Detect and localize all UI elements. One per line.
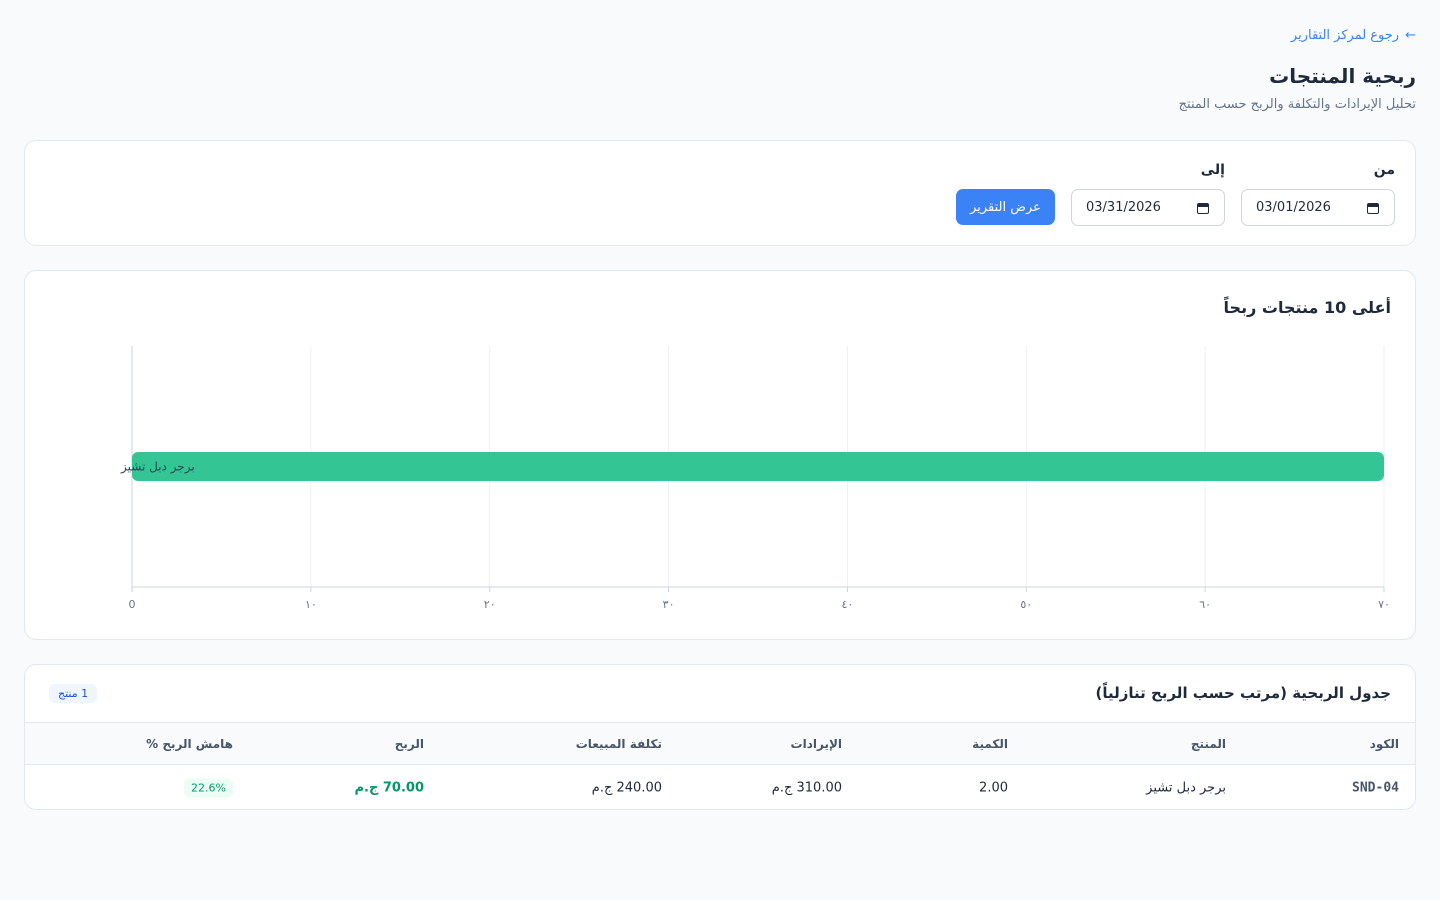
row-product: برجر دبل تشيز [1146, 780, 1226, 796]
row-cost: 240.00 ج.م [591, 780, 662, 796]
date-filter-card: من 03/01/2026 إلى 03/31/2026 عرض التقرير [24, 140, 1416, 246]
row-margin-badge: 22.6% [184, 778, 233, 798]
col-header-code[interactable]: الكود [1370, 737, 1399, 751]
calendar-icon[interactable] [1196, 201, 1210, 215]
chart-bar [132, 452, 1384, 481]
back-to-reports-link[interactable]: ← رجوع لمركز التقارير [1291, 28, 1416, 43]
to-date-label: إلى [1200, 162, 1225, 178]
x-tick-label: ٦٠ [1199, 598, 1211, 611]
x-tick-label: 0 [129, 598, 136, 611]
top-products-chart-card: أعلى 10 منتجات ربحاً 0 ١٠ ٢٠ ٣٠ ٤٠ ٥٠ ٦٠ ٧٠ برجر… [24, 270, 1416, 640]
to-date-input[interactable]: 03/31/2026 [1071, 189, 1225, 226]
page-title: ربحية المنتجات [1269, 64, 1416, 88]
to-date-value: 03/31/2026 [1086, 200, 1161, 215]
col-header-qty[interactable]: الكمية [972, 737, 1008, 751]
arrow-left-icon: ← [1405, 28, 1416, 43]
x-tick-label: ٤٠ [842, 598, 854, 611]
profitability-table-card: جدول الربحية (مرتب حسب الربح تنازلياً) 1… [24, 664, 1416, 810]
x-tick-label: ٢٠ [484, 598, 496, 611]
col-header-cost[interactable]: تكلفة المبيعات [576, 737, 662, 751]
row-code: SND-04 [1352, 780, 1399, 796]
x-tick-label: ٧٠ [1378, 598, 1390, 611]
from-date-input[interactable]: 03/01/2026 [1241, 189, 1395, 226]
row-qty: 2.00 [979, 780, 1008, 796]
from-date-value: 03/01/2026 [1256, 200, 1331, 215]
row-profit: 70.00 ج.م [354, 780, 425, 796]
y-category-label: برجر دبل تشيز [120, 460, 195, 475]
x-tick-label: ٣٠ [663, 598, 675, 611]
from-date-label: من [1373, 162, 1395, 178]
col-header-profit[interactable]: الربح [395, 737, 424, 751]
calendar-icon[interactable] [1366, 201, 1380, 215]
profit-bar-chart: 0 ١٠ ٢٠ ٣٠ ٤٠ ٥٠ ٦٠ ٧٠ برجر دبل تشيز [120, 346, 1390, 611]
show-report-button[interactable]: عرض التقرير [956, 189, 1055, 225]
x-tick-label: ١٠ [305, 598, 317, 611]
table-title: جدول الربحية (مرتب حسب الربح تنازلياً) [1095, 684, 1391, 702]
row-revenue: 310.00 ج.م [771, 780, 842, 796]
x-tick-label: ٥٠ [1020, 598, 1032, 611]
product-count-badge: 1 منتج [49, 684, 98, 703]
table-row[interactable]: SND-04 برجر دبل تشيز 2.00 310.00 ج.م 240… [25, 765, 1415, 809]
table-header-row: الكود المنتج الكمية الإيرادات تكلفة المب… [25, 722, 1415, 765]
back-link-label: رجوع لمركز التقارير [1290, 28, 1400, 43]
col-header-product[interactable]: المنتج [1191, 737, 1226, 751]
page-subtitle: تحليل الإيرادات والتكلفة والربح حسب المن… [1178, 97, 1416, 112]
col-header-revenue[interactable]: الإيرادات [791, 737, 842, 751]
col-header-margin[interactable]: هامش الربح % [146, 737, 233, 751]
